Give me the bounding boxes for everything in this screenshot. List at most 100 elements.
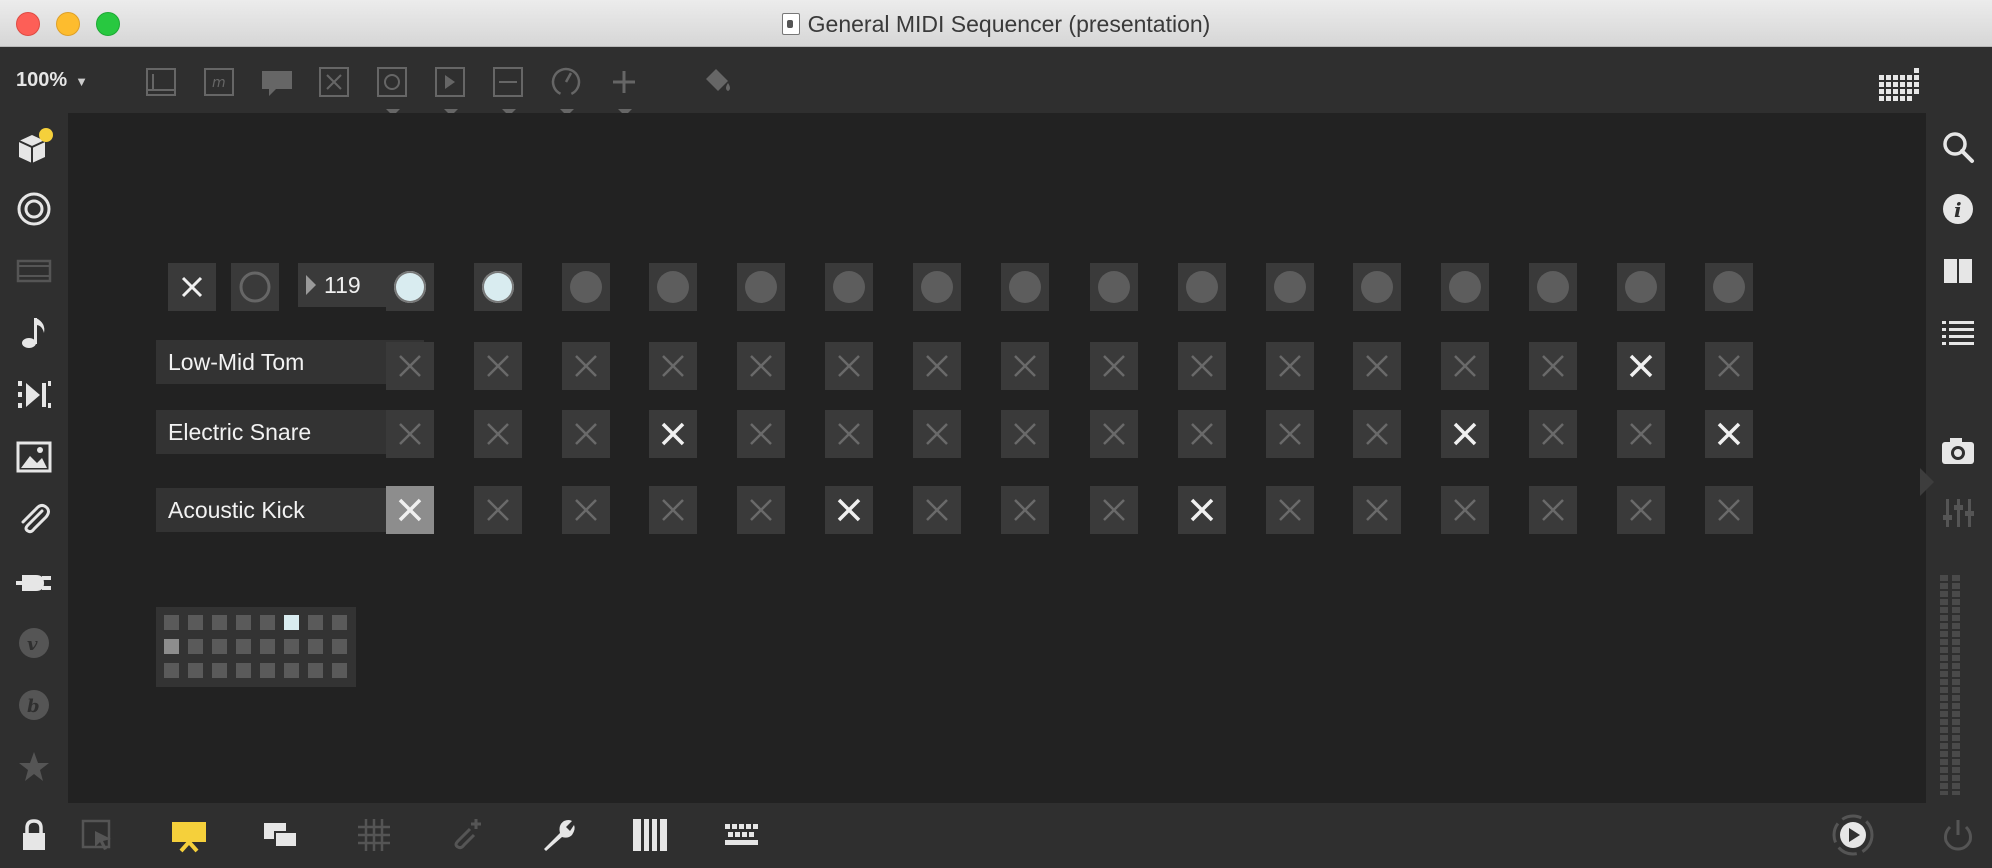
info-icon[interactable]: i bbox=[1938, 189, 1978, 229]
matrix-cell[interactable] bbox=[212, 639, 227, 654]
patcher-canvas[interactable]: 119 Low-Mid Tom Electric Snare Acoustic … bbox=[68, 113, 1926, 803]
step-toggle[interactable] bbox=[913, 342, 961, 390]
dial-object-icon[interactable] bbox=[549, 65, 583, 116]
step-toggle[interactable] bbox=[649, 486, 697, 534]
tempo-number-box[interactable]: 119 bbox=[298, 263, 398, 307]
matrix-cell[interactable] bbox=[332, 663, 347, 678]
step-toggle[interactable] bbox=[913, 410, 961, 458]
list-icon[interactable] bbox=[1938, 313, 1978, 353]
step-toggle[interactable] bbox=[825, 410, 873, 458]
step-toggle[interactable] bbox=[1353, 486, 1401, 534]
step-toggle[interactable] bbox=[737, 410, 785, 458]
step-toggle[interactable] bbox=[1617, 486, 1665, 534]
step-toggle[interactable] bbox=[1529, 486, 1577, 534]
grid-toggle-icon[interactable] bbox=[1877, 63, 1919, 110]
step-toggle[interactable] bbox=[649, 410, 697, 458]
track-instrument-menu[interactable]: Low-Mid Tom bbox=[156, 340, 424, 384]
step-toggle[interactable] bbox=[649, 342, 697, 390]
step-toggle[interactable] bbox=[1441, 410, 1489, 458]
play-dial-icon[interactable] bbox=[1831, 813, 1875, 857]
step-toggle[interactable] bbox=[1617, 410, 1665, 458]
matrix-cell[interactable] bbox=[260, 615, 275, 630]
matrix-cell[interactable] bbox=[236, 663, 251, 678]
matrix-cell[interactable] bbox=[284, 615, 299, 630]
image-icon[interactable] bbox=[14, 437, 54, 477]
step-toggle[interactable] bbox=[1441, 486, 1489, 534]
step-toggle[interactable] bbox=[1178, 342, 1226, 390]
matrix-cell[interactable] bbox=[212, 615, 227, 630]
select-icon[interactable] bbox=[77, 815, 117, 855]
matrix-cell[interactable] bbox=[188, 663, 203, 678]
slider-object-icon[interactable] bbox=[491, 65, 525, 116]
step-toggle[interactable] bbox=[386, 342, 434, 390]
transport-button[interactable] bbox=[231, 263, 279, 311]
matrix-cell[interactable] bbox=[260, 663, 275, 678]
matrix-cell[interactable] bbox=[188, 639, 203, 654]
music-note-icon[interactable] bbox=[14, 313, 54, 353]
zoom-menu[interactable]: 100% ▼ bbox=[16, 69, 88, 92]
step-toggle[interactable] bbox=[1090, 410, 1138, 458]
vimeo-icon[interactable]: v bbox=[14, 623, 54, 663]
paint-bucket-icon[interactable] bbox=[700, 65, 734, 99]
step-toggle[interactable] bbox=[386, 410, 434, 458]
matrix-cell[interactable] bbox=[332, 615, 347, 630]
grid-icon[interactable] bbox=[354, 815, 394, 855]
step-toggle[interactable] bbox=[1090, 342, 1138, 390]
step-toggle[interactable] bbox=[1001, 342, 1049, 390]
track-instrument-menu[interactable]: Electric Snare bbox=[156, 410, 424, 454]
clip-add-icon[interactable] bbox=[446, 815, 486, 855]
presentation-icon[interactable] bbox=[169, 815, 209, 855]
step-toggle[interactable] bbox=[474, 486, 522, 534]
step-toggle[interactable] bbox=[1441, 342, 1489, 390]
comment-icon[interactable] bbox=[260, 65, 294, 99]
matrix-cell[interactable] bbox=[308, 663, 323, 678]
pattern-matrix[interactable] bbox=[156, 607, 356, 687]
step-toggle[interactable] bbox=[1705, 342, 1753, 390]
sidebar-expand-icon[interactable] bbox=[1920, 468, 1934, 496]
matrix-cell[interactable] bbox=[212, 663, 227, 678]
step-toggle[interactable] bbox=[825, 486, 873, 534]
button-object-icon[interactable] bbox=[375, 65, 409, 116]
matrix-cell[interactable] bbox=[164, 663, 179, 678]
step-toggle[interactable] bbox=[1705, 410, 1753, 458]
search-icon[interactable] bbox=[1938, 127, 1978, 167]
film-icon[interactable] bbox=[14, 251, 54, 291]
step-toggle[interactable] bbox=[1353, 410, 1401, 458]
step-toggle[interactable] bbox=[474, 410, 522, 458]
step-toggle[interactable] bbox=[1529, 342, 1577, 390]
matrix-cell[interactable] bbox=[260, 639, 275, 654]
matrix-cell[interactable] bbox=[164, 615, 179, 630]
bandcamp-icon[interactable]: b bbox=[14, 685, 54, 725]
step-toggle[interactable] bbox=[474, 342, 522, 390]
toggle-object-icon[interactable] bbox=[317, 65, 351, 99]
target-icon[interactable] bbox=[14, 189, 54, 229]
matrix-cell[interactable] bbox=[164, 639, 179, 654]
star-icon[interactable] bbox=[14, 747, 54, 787]
package-icon[interactable] bbox=[14, 127, 54, 167]
step-toggle[interactable] bbox=[913, 486, 961, 534]
columns-icon[interactable] bbox=[1938, 251, 1978, 291]
camera-icon[interactable] bbox=[1938, 431, 1978, 471]
step-toggle[interactable] bbox=[1705, 486, 1753, 534]
step-toggle[interactable] bbox=[562, 410, 610, 458]
play-object-icon[interactable] bbox=[433, 65, 467, 116]
paperclip-icon[interactable] bbox=[14, 499, 54, 539]
track-instrument-menu[interactable]: Acoustic Kick bbox=[156, 488, 424, 532]
windows-icon[interactable] bbox=[261, 815, 301, 855]
sliders-icon[interactable] bbox=[1938, 493, 1978, 533]
piano-icon[interactable] bbox=[630, 815, 670, 855]
step-toggle[interactable] bbox=[737, 342, 785, 390]
step-toggle[interactable] bbox=[1529, 410, 1577, 458]
step-toggle[interactable] bbox=[825, 342, 873, 390]
matrix-cell[interactable] bbox=[332, 639, 347, 654]
message-box-icon[interactable]: m bbox=[202, 65, 236, 99]
matrix-cell[interactable] bbox=[308, 615, 323, 630]
step-toggle[interactable] bbox=[1617, 342, 1665, 390]
step-toggle[interactable] bbox=[1001, 486, 1049, 534]
add-object-icon[interactable] bbox=[607, 65, 641, 116]
clear-button[interactable] bbox=[168, 263, 216, 311]
step-forward-icon[interactable] bbox=[14, 375, 54, 415]
step-toggle[interactable] bbox=[386, 486, 434, 534]
step-toggle[interactable] bbox=[562, 342, 610, 390]
matrix-cell[interactable] bbox=[284, 639, 299, 654]
